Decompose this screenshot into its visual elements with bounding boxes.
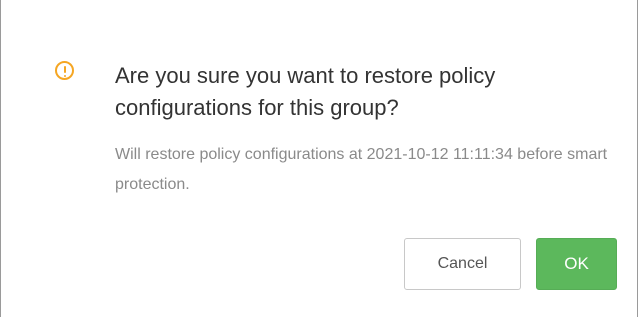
ok-button[interactable]: OK [536, 238, 617, 290]
dialog-title: Are you sure you want to restore policy … [115, 63, 496, 120]
warning-icon-dot [63, 74, 66, 77]
cancel-button[interactable]: Cancel [404, 238, 521, 290]
confirm-dialog: Are you sure you want to restore policy … [0, 0, 638, 317]
warning-icon [55, 61, 74, 80]
dialog-message: Will restore policy configurations at 20… [115, 146, 608, 193]
warning-icon-bar [63, 66, 66, 73]
